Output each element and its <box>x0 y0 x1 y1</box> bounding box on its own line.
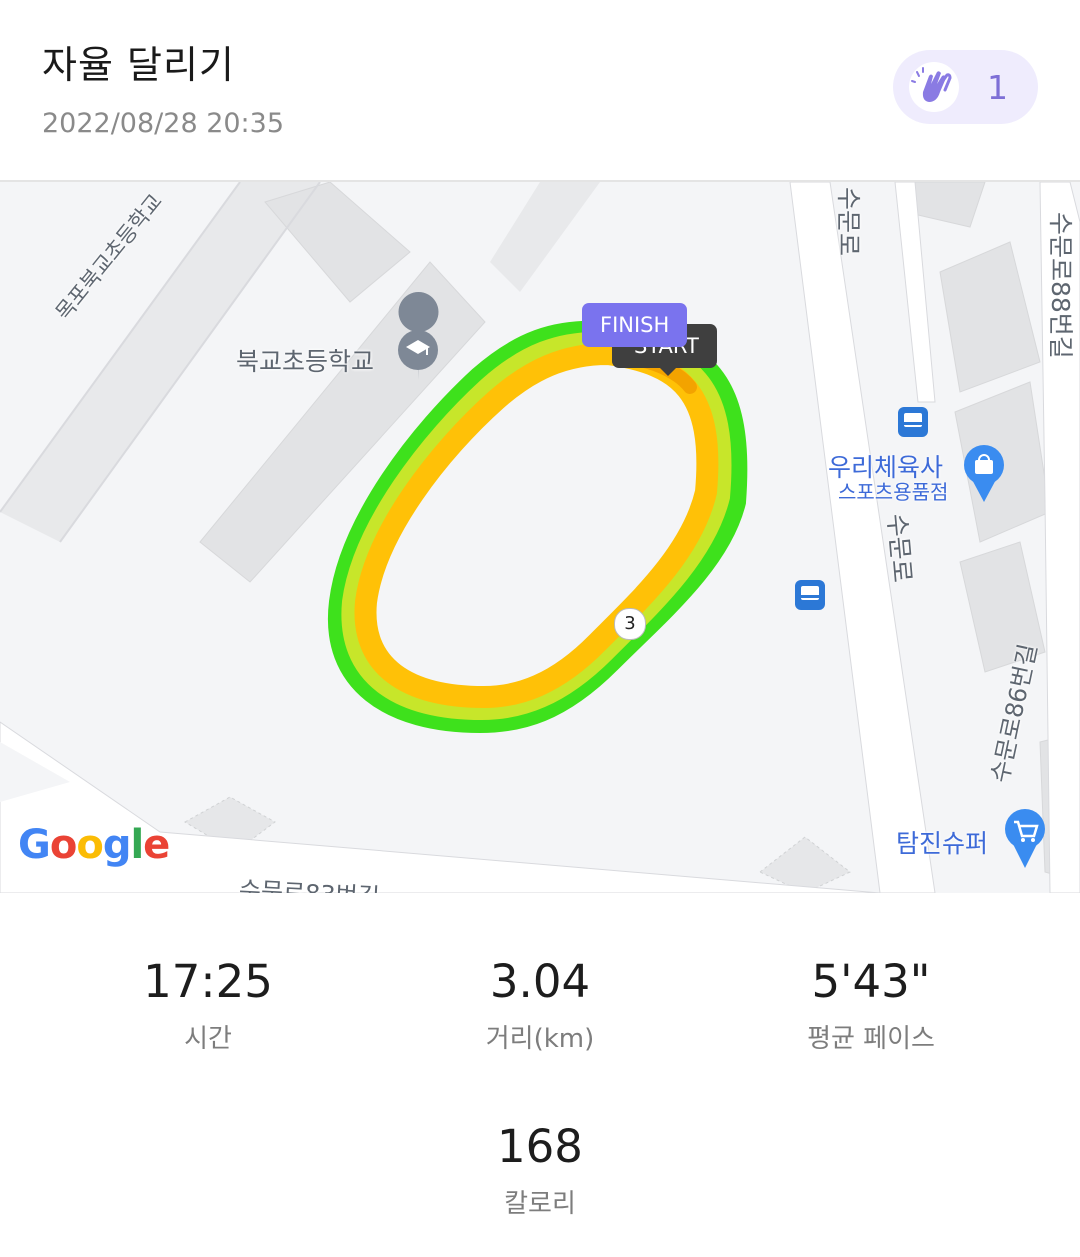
stat-time: 17:25 시간 <box>43 955 373 1055</box>
stat-calories-label: 칼로리 <box>504 1189 576 1219</box>
stat-pace-label: 평균 페이스 <box>807 1024 935 1054</box>
finish-marker[interactable]: FINISH <box>582 303 688 347</box>
map-label-road: 수문로88번길 <box>1046 212 1075 359</box>
stat-time-value: 17:25 <box>143 955 273 1008</box>
clap-count: 1 <box>987 68 1008 107</box>
km-marker[interactable]: 3 <box>614 608 646 640</box>
map-label-road: 수문로 <box>882 512 918 584</box>
bus-stop-icon[interactable] <box>795 580 825 610</box>
clap-button[interactable]: 1 <box>893 50 1038 124</box>
activity-stats: 17:25 시간 3.04 거리(km) 5'43" 평균 페이스 168 칼로… <box>0 891 1080 1257</box>
route-map[interactable]: 목포북교초등학교 북교초등학교 수문로 수문로88번길 우리체육사 스포츠용품점… <box>0 180 1080 893</box>
map-label-store-category: 스포츠용품점 <box>838 480 949 504</box>
clap-hands-icon <box>911 67 952 102</box>
map-label-road: 수문로 <box>834 187 863 257</box>
stat-time-label: 시간 <box>184 1024 232 1054</box>
bus-stop-icon[interactable] <box>898 407 928 437</box>
clap-icon-circle <box>909 62 959 112</box>
shopping-cart-pin-icon[interactable] <box>1005 809 1045 868</box>
stat-distance: 3.04 거리(km) <box>375 955 705 1055</box>
activity-datetime: 2022/08/28 20:35 <box>42 108 285 139</box>
stat-calories-value: 168 <box>497 1120 583 1173</box>
google-logo: Google <box>18 822 170 868</box>
stat-distance-label: 거리(km) <box>485 1024 595 1054</box>
activity-title: 자율 달리기 <box>42 43 235 87</box>
map-label-school[interactable]: 북교초등학교 <box>236 342 374 378</box>
map-label-market[interactable]: 탐진슈퍼 <box>896 824 988 860</box>
stat-pace-value: 5'43" <box>811 955 931 1008</box>
stat-pace: 5'43" 평균 페이스 <box>706 955 1036 1055</box>
stat-distance-value: 3.04 <box>489 955 591 1008</box>
activity-header: 자율 달리기 2022/08/28 20:35 1 <box>0 0 1080 180</box>
stat-calories: 168 칼로리 <box>375 1120 705 1220</box>
